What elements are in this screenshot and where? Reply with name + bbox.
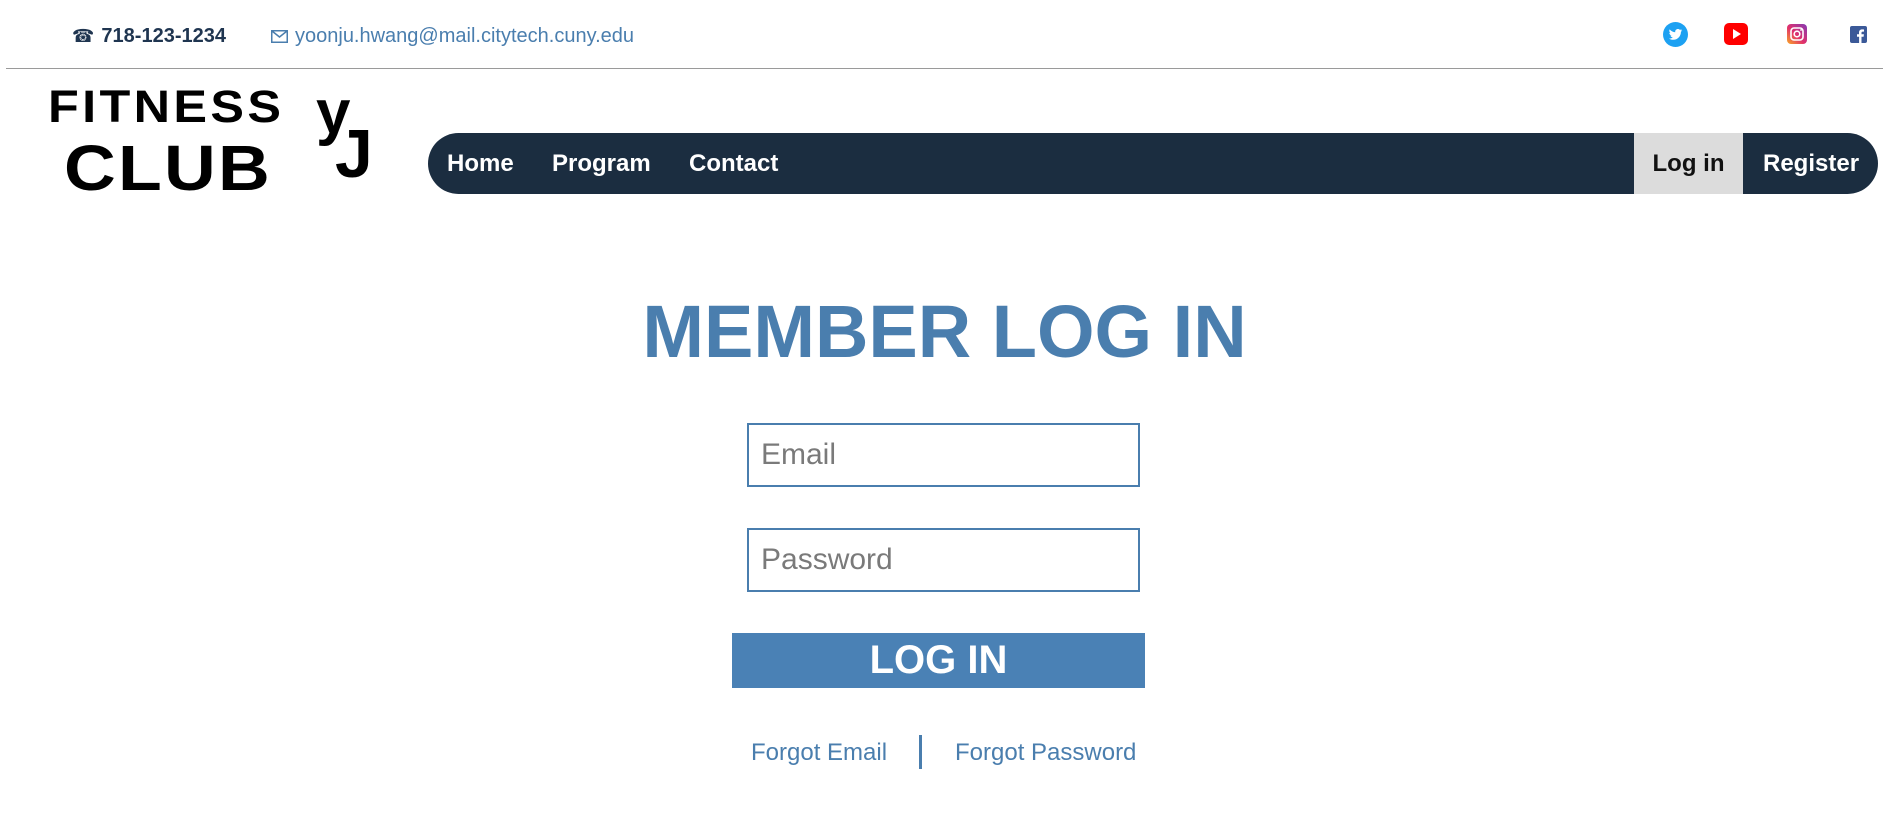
phone-number: 718-123-1234 <box>101 25 226 47</box>
youtube-icon[interactable] <box>1723 21 1749 47</box>
top-contact-bar: ☎ 718-123-1234 yoonju.hwang@mail.citytec… <box>6 0 1883 69</box>
phone-contact: ☎ 718-123-1234 <box>72 24 226 48</box>
email-field[interactable] <box>747 423 1140 487</box>
nav-login[interactable]: Log in <box>1634 133 1743 194</box>
email-contact: yoonju.hwang@mail.citytech.cuny.edu <box>271 24 634 48</box>
forgot-password-link[interactable]: Forgot Password <box>955 737 1136 769</box>
logo-line2: CLUB <box>64 132 273 204</box>
email-address[interactable]: yoonju.hwang@mail.citytech.cuny.edu <box>295 24 634 48</box>
page-title: MEMBER LOG IN <box>642 290 1247 373</box>
forgot-email-link[interactable]: Forgot Email <box>751 737 887 769</box>
facebook-icon[interactable] <box>1849 21 1867 47</box>
fitness-club-logo[interactable]: FITNESS CLUB y J <box>48 81 388 204</box>
nav-contact[interactable]: Contact <box>689 133 778 194</box>
password-field[interactable] <box>747 528 1140 592</box>
nav-program[interactable]: Program <box>552 133 651 194</box>
phone-icon: ☎ <box>72 26 95 46</box>
twitter-icon[interactable] <box>1663 21 1688 47</box>
main-nav: Home Program Contact Log in Register <box>428 133 1878 194</box>
login-button[interactable]: LOG IN <box>732 633 1145 688</box>
social-links <box>1663 21 1883 49</box>
nav-home[interactable]: Home <box>447 133 514 194</box>
logo-line1: FITNESS <box>48 81 285 132</box>
nav-register[interactable]: Register <box>1763 133 1859 194</box>
instagram-icon[interactable] <box>1787 21 1807 47</box>
logo-mark-j: J <box>335 116 373 192</box>
envelope-icon <box>271 29 288 43</box>
link-divider <box>919 735 922 769</box>
